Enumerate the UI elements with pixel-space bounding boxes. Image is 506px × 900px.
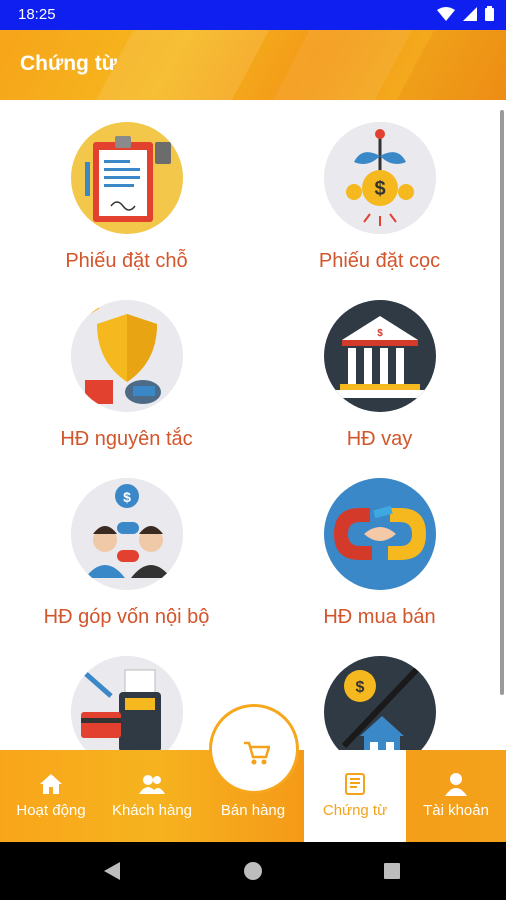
account-icon: [445, 773, 467, 796]
tile-phieu-dat-cho[interactable]: Phiếu đặt chỗ: [0, 100, 253, 278]
nav-hoat-dong[interactable]: Hoạt động: [0, 750, 102, 842]
partners-icon: $: [71, 478, 183, 590]
nav-chung-tu[interactable]: Chứng từ: [304, 750, 406, 842]
tile-phieu-dat-coc[interactable]: $ Phiếu đặt cọc: [253, 100, 506, 278]
battery-icon: [485, 6, 494, 21]
home-circle-icon[interactable]: [244, 862, 262, 880]
svg-text:$: $: [123, 489, 131, 505]
android-nav-bar: [0, 842, 506, 900]
house-growth-icon: $: [324, 656, 436, 750]
tile-label: HĐ vay: [346, 428, 413, 450]
clipboard-icon: [71, 122, 183, 234]
svg-text:$: $: [356, 679, 365, 696]
nav-label: Chứng từ: [322, 802, 388, 819]
money-growth-icon: $: [324, 122, 436, 234]
nav-label: Bán hàng: [220, 802, 286, 819]
nav-label: Tài khoản: [423, 802, 489, 819]
tile-label: HĐ nguyên tắc: [60, 428, 193, 450]
signal-icon: [463, 6, 477, 21]
tile-label: HĐ góp vốn nội bộ: [43, 606, 210, 628]
nav-label: Khách hàng: [111, 802, 193, 819]
app-bar: Chứng từ: [0, 30, 506, 100]
cart-icon: [244, 741, 270, 765]
handshake-icon: [324, 478, 436, 590]
nav-khach-hang[interactable]: Khách hàng: [102, 750, 202, 842]
nav-label: Hoạt động: [16, 802, 86, 819]
tile-label: Phiếu đặt chỗ: [65, 250, 188, 272]
scrollbar[interactable]: [500, 110, 504, 695]
svg-text:$: $: [377, 328, 383, 339]
tile-hd-mua-ban[interactable]: HĐ mua bán: [253, 456, 506, 634]
tile-hd-vay[interactable]: $ HĐ vay: [253, 278, 506, 456]
wifi-icon: [437, 6, 455, 21]
back-icon[interactable]: [104, 862, 120, 880]
document-icon: [345, 773, 365, 795]
tile-hd-gop-von-noi-bo[interactable]: $ HĐ góp vốn nội bộ: [0, 456, 253, 634]
status-time: 18:25: [18, 6, 56, 23]
document-grid: Phiếu đặt chỗ $ Phiếu đặt cọc HĐ nguyên …: [0, 100, 506, 750]
bank-icon: $: [324, 300, 436, 412]
tile-label: Phiếu đặt cọc: [318, 250, 441, 272]
customers-icon: [139, 775, 165, 794]
tile-label: HĐ mua bán: [323, 606, 436, 628]
status-bar: 18:25: [0, 0, 506, 30]
status-icons: [437, 6, 494, 21]
tile-hd-nguyen-tac[interactable]: HĐ nguyên tắc: [0, 278, 253, 456]
shield-icon: [71, 300, 183, 412]
nav-tai-khoan[interactable]: Tài khoản: [406, 750, 506, 842]
cart-button[interactable]: [209, 704, 299, 794]
home-icon: [40, 774, 62, 794]
pos-terminal-icon: [71, 656, 183, 750]
page-title: Chứng từ: [20, 52, 117, 75]
recents-icon[interactable]: [384, 863, 400, 879]
svg-text:$: $: [374, 178, 385, 200]
